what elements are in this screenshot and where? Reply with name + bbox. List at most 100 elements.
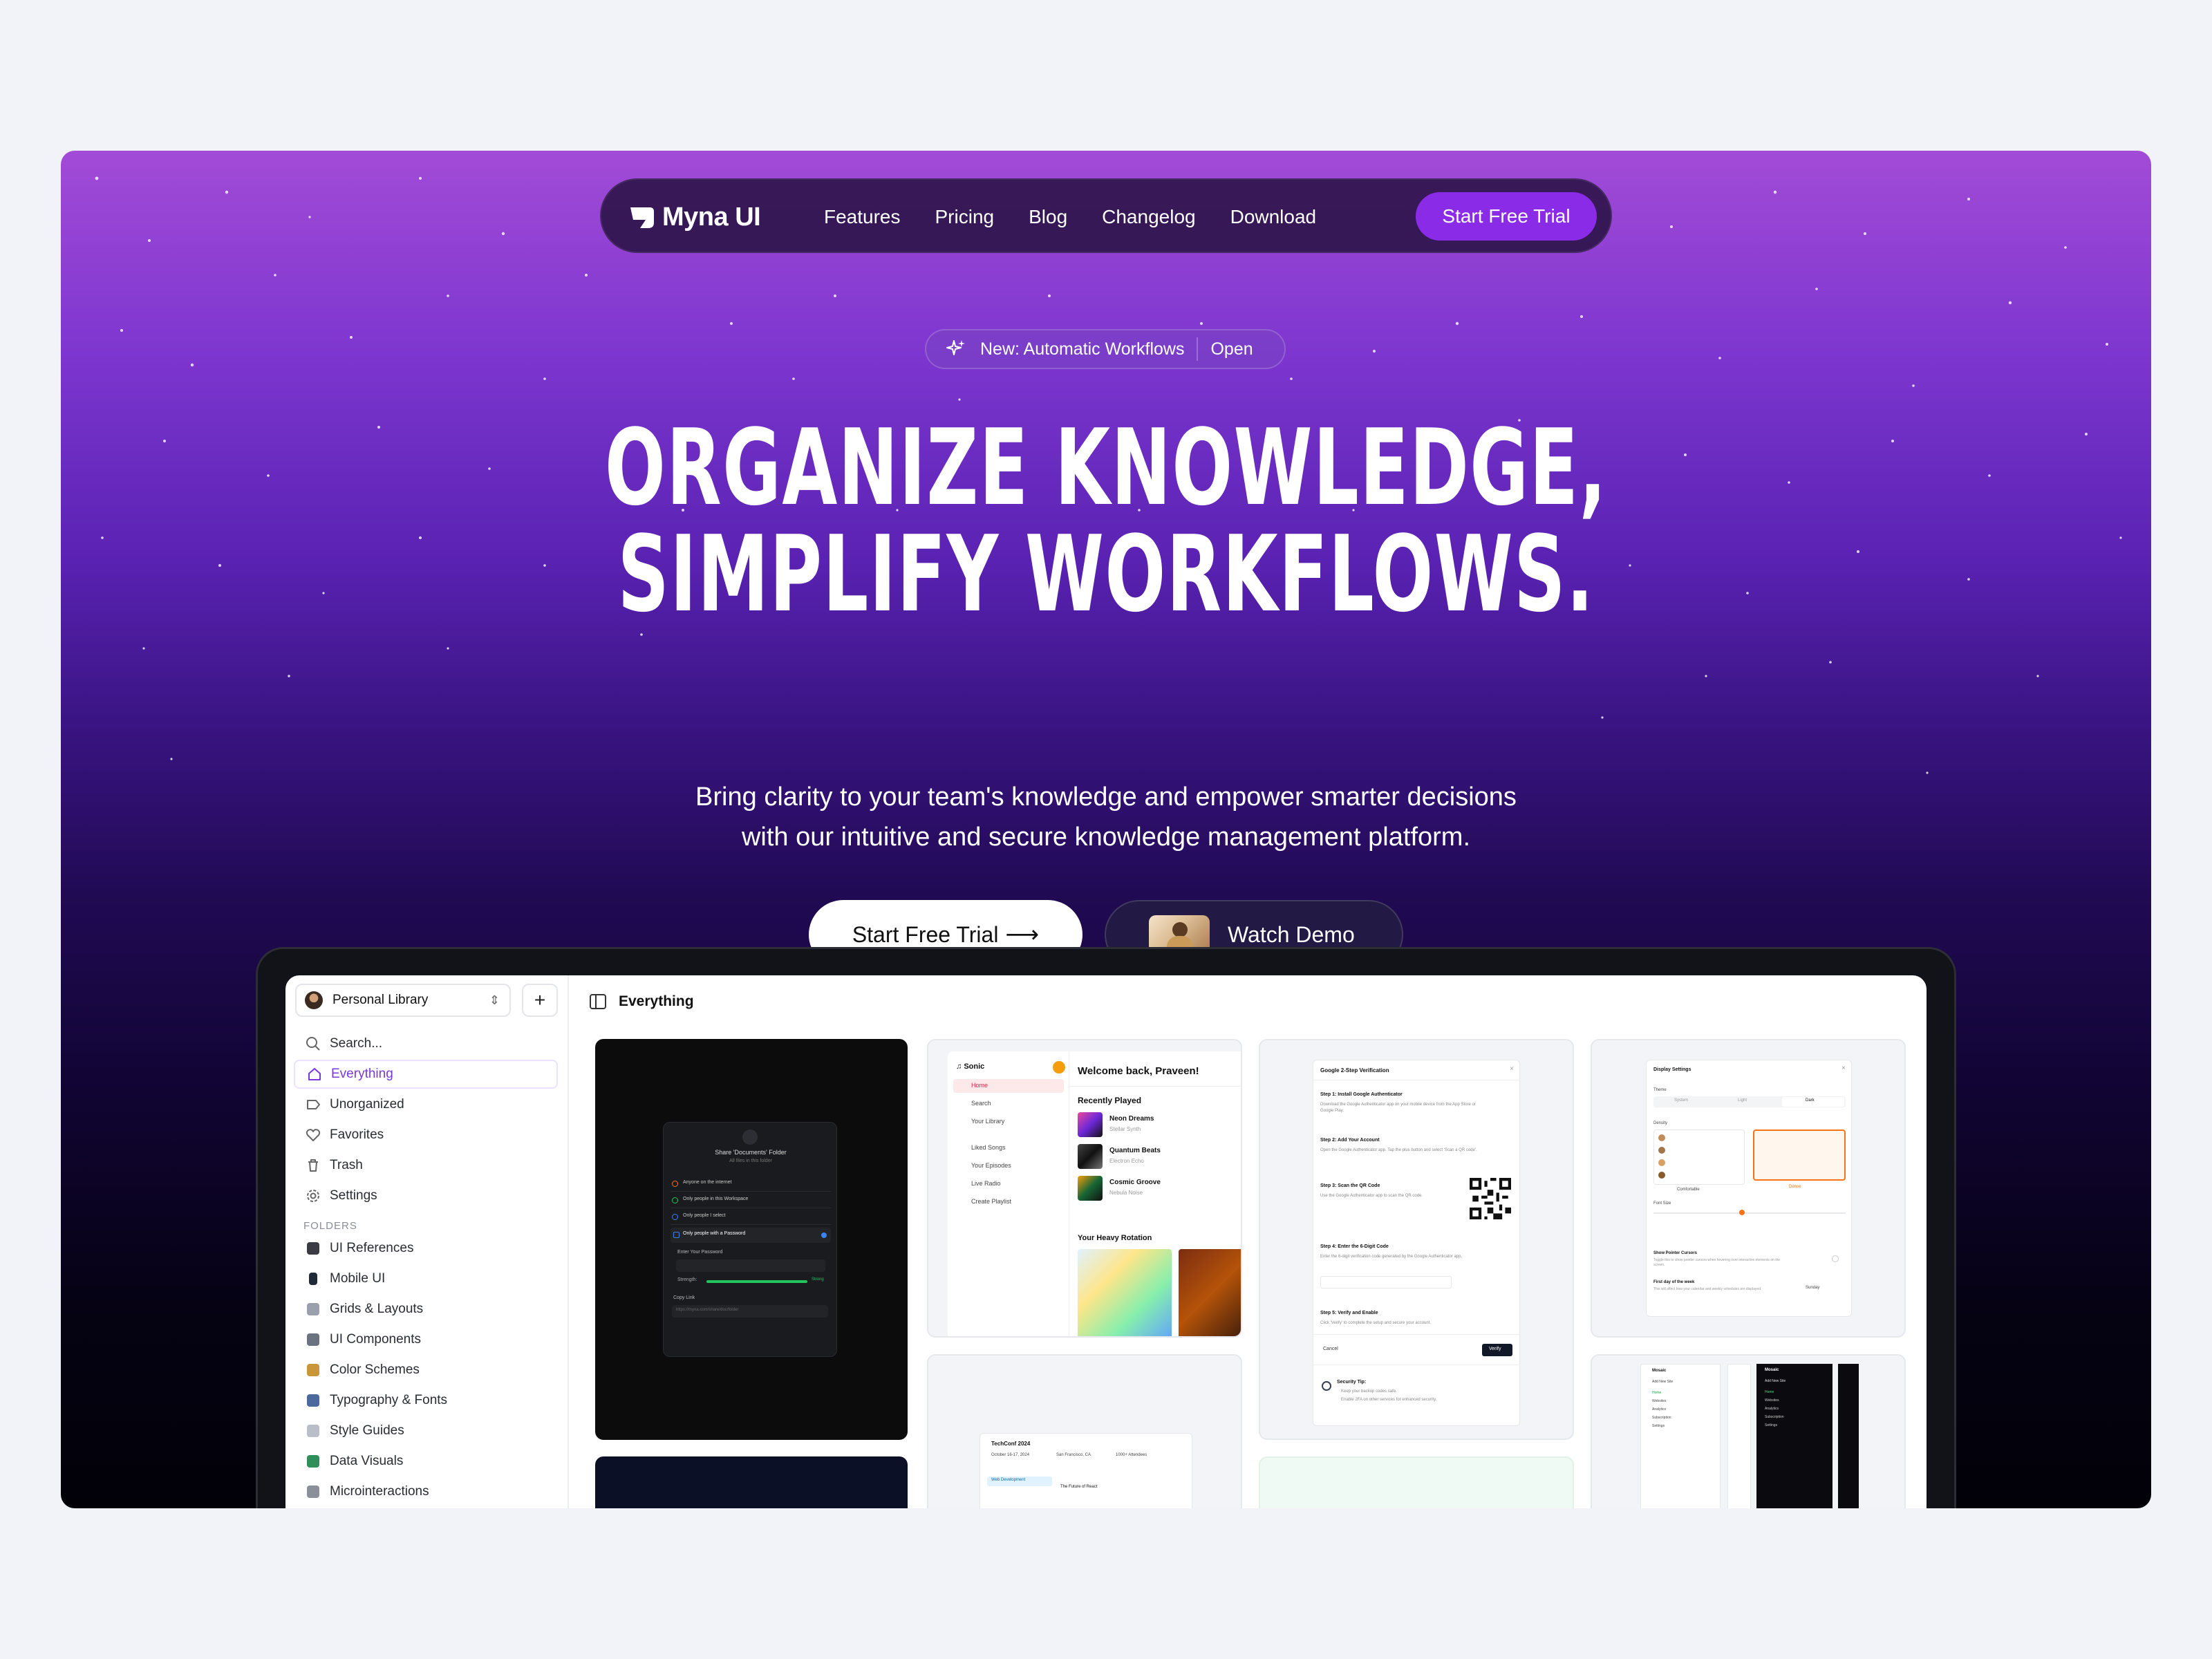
announcement-badge[interactable]: New: Automatic Workflows Open [925,329,1286,369]
nav-link-pricing[interactable]: Pricing [935,206,995,228]
share-option-selected[interactable]: Only people with a Password [671,1228,831,1243]
step-title: Step 2: Add Your Account [1320,1138,1380,1143]
badge-open-link[interactable]: Open [1210,339,1253,359]
folder-label: Typography & Fonts [330,1393,448,1407]
share-dialog: Share 'Documents' Folder All files in th… [663,1122,837,1357]
share-option[interactable]: Anyone on the internet [671,1177,831,1192]
nav-link-changelog[interactable]: Changelog [1102,206,1195,228]
code-input[interactable] [1320,1276,1452,1288]
sidebar-item-trash[interactable]: Trash [294,1151,558,1180]
nav-start-trial-button[interactable]: Start Free Trial [1416,192,1597,241]
theme-option[interactable]: Light [1738,1098,1747,1103]
theme-option-selected[interactable]: Dark [1782,1097,1844,1107]
font-size-slider[interactable] [1653,1212,1846,1214]
mosaic-add-site[interactable]: Add New Site [1765,1379,1785,1383]
mosaic-nav-item[interactable]: Home [1765,1390,1774,1394]
option-label: Anyone on the internet [683,1180,732,1185]
card-share-folder[interactable]: Share 'Documents' Folder All files in th… [595,1039,908,1440]
music-nav-item[interactable]: Liked Songs [971,1144,1006,1151]
mosaic-nav-item[interactable]: Websites [1765,1398,1779,1403]
mosaic-nav-item[interactable]: Analytics [1765,1407,1779,1411]
sidebar-toggle-icon[interactable] [588,992,608,1011]
card-2fa[interactable]: Google 2-Step Verification × Step 1: Ins… [1259,1039,1574,1440]
library-selector[interactable]: Personal Library ⇕ [295,984,511,1017]
mosaic-nav-item[interactable]: Subscription [1765,1415,1784,1419]
add-library-button[interactable]: + [522,984,558,1017]
nav-link-download[interactable]: Download [1230,206,1317,228]
mosaic-nav-item[interactable]: Subscription [1652,1416,1671,1420]
week-select[interactable]: Sunday [1806,1286,1819,1290]
password-field[interactable] [676,1259,825,1272]
nav-links: Features Pricing Blog Changelog Download [824,180,1351,254]
density-dense-selected[interactable] [1753,1130,1846,1181]
avatar [1658,1159,1665,1166]
music-nav-item[interactable]: Your Library [971,1118,1004,1125]
brand-logo[interactable]: Myna UI [626,200,761,234]
step-title: Step 5: Verify and Enable [1320,1311,1378,1315]
nav-link-features[interactable]: Features [824,206,901,228]
sidebar-item-settings[interactable]: Settings [294,1181,558,1210]
nav-link-blog[interactable]: Blog [1029,206,1067,228]
hero-subheadline: Bring clarity to your team's knowledge a… [61,777,2151,857]
folder-label: Microinteractions [330,1484,429,1499]
music-nav-item[interactable]: Search [971,1100,991,1107]
week-text: This will affect how your calendar and w… [1653,1287,1762,1291]
card-preview-mint[interactable] [1259,1456,1574,1508]
pointer-toggle[interactable] [1832,1255,1839,1262]
share-option[interactable]: Only people I select [671,1210,831,1225]
folder-item[interactable]: Microinteractions [294,1477,558,1506]
link-field[interactable]: https://myna.com/share/doc/folder [672,1305,828,1318]
sidebar-item-everything[interactable]: Everything [294,1060,558,1089]
track-tab[interactable]: Web Development [987,1477,1052,1486]
music-app-name: ♫ Sonic [956,1062,985,1071]
track-title: Cosmic Groove [1109,1179,1161,1186]
event-title: TechConf 2024 [991,1441,1031,1447]
folder-item[interactable]: Grids & Layouts [294,1295,558,1324]
heart-icon [305,1127,321,1143]
option-label: Only people I select [683,1213,726,1218]
cancel-button[interactable]: Cancel [1323,1347,1338,1351]
music-nav-item[interactable]: Create Playlist [971,1198,1011,1205]
mosaic-nav-item[interactable]: Analytics [1652,1407,1666,1412]
close-icon[interactable]: × [1841,1065,1846,1072]
music-nav-item[interactable]: Your Episodes [971,1162,1011,1169]
mosaic-dark-panel: Mosaic Add New Site Home Websites Analyt… [1756,1364,1833,1508]
slider-thumb[interactable] [1739,1210,1745,1215]
folder-label: Data Visuals [330,1454,404,1468]
mosaic-add-site[interactable]: Add New Site [1652,1380,1673,1384]
folder-item[interactable]: Style Guides [294,1416,558,1445]
card-music-app[interactable]: ♫ Sonic Home Search Your Library Liked S… [927,1039,1242,1338]
verify-button[interactable]: Verify [1482,1344,1512,1356]
mosaic-nav-item[interactable]: Settings [1765,1423,1777,1427]
share-option[interactable]: Only people in this Workspace [671,1193,831,1208]
theme-option[interactable]: System [1674,1098,1688,1103]
music-nav-home[interactable]: Home [953,1079,1064,1093]
watch-demo-label: Watch Demo [1228,921,1355,947]
folder-item[interactable]: Typography & Fonts [294,1386,558,1415]
close-icon[interactable]: × [1510,1065,1514,1073]
folder-item[interactable]: UI Components [294,1325,558,1354]
mosaic-nav-item[interactable]: Home [1652,1391,1661,1395]
music-nav-item[interactable]: Live Radio [971,1180,1001,1187]
card-preview[interactable] [595,1456,908,1508]
step-text: Click 'Verify' to complete the setup and… [1320,1321,1432,1325]
folder-item[interactable]: UI References [294,1234,558,1263]
card-event[interactable]: TechConf 2024 October 16-17, 2024 San Fr… [927,1354,1242,1508]
sidebar-item-unorganized[interactable]: Unorganized [294,1090,558,1119]
density-comfortable[interactable] [1653,1130,1745,1185]
mosaic-nav-item[interactable]: Settings [1652,1424,1665,1428]
tip-item: Keep your backup codes safe. [1341,1389,1397,1394]
sidebar-search[interactable]: Search... [294,1029,558,1058]
folder-item[interactable]: Color Schemes [294,1356,558,1385]
sidebar-item-favorites[interactable]: Favorites [294,1121,558,1150]
folder-label: Grids & Layouts [330,1302,424,1316]
week-label: First day of the week [1653,1280,1695,1284]
folder-item[interactable]: Data Visuals [294,1447,558,1476]
mosaic-nav-item[interactable]: Websites [1652,1399,1666,1403]
card-display-settings[interactable]: Display Settings × Theme System Light Da… [1591,1039,1906,1338]
card-mosaic[interactable]: Mosaic Add New Site Home Websites Analyt… [1591,1354,1906,1508]
home-icon [306,1066,323,1082]
folder-icon [309,1273,317,1285]
folder-item[interactable]: Mobile UI [294,1264,558,1293]
folder-icon [307,1455,319,1468]
